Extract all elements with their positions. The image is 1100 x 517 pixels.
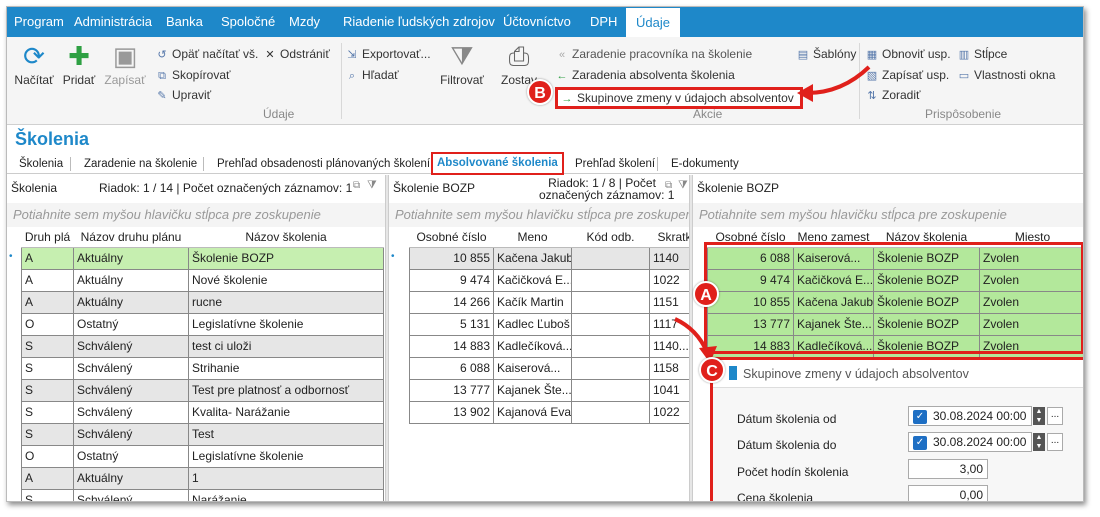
badge-c: C xyxy=(699,357,725,383)
badge-b: B xyxy=(527,79,553,105)
app-window: Program Administrácia Banka Spoločné Mzd… xyxy=(6,6,1084,502)
badge-a: A xyxy=(693,281,719,307)
